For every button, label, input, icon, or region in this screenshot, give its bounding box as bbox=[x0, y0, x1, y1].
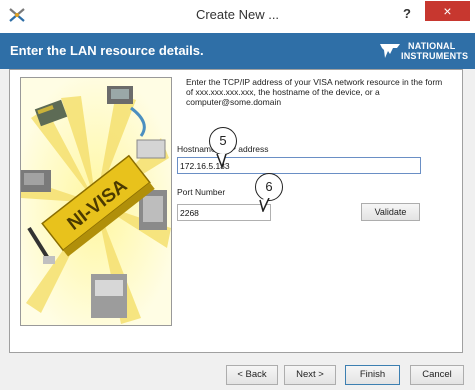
callout-5: 5 bbox=[209, 127, 237, 155]
port-number-input[interactable] bbox=[177, 204, 271, 221]
content-panel: NI-VISA Enter the TCP/IP address of your… bbox=[9, 69, 463, 353]
ni-visa-illustration: NI-VISA bbox=[20, 77, 172, 326]
logo-line-2: INSTRUMENTS bbox=[401, 51, 469, 61]
national-instruments-logo: NATIONAL INSTRUMENTS bbox=[379, 40, 471, 64]
eagle-logo-icon bbox=[380, 44, 400, 58]
help-button[interactable]: ? bbox=[396, 4, 418, 24]
instructions-text: Enter the TCP/IP address of your VISA ne… bbox=[186, 77, 443, 107]
port-number-label: Port Number bbox=[177, 187, 226, 197]
finish-button[interactable]: Finish bbox=[345, 365, 400, 385]
dialog-body: NI-VISA Enter the TCP/IP address of your… bbox=[0, 69, 475, 390]
next-button[interactable]: Next > bbox=[284, 365, 336, 385]
close-button[interactable]: × bbox=[425, 1, 470, 21]
page-heading: Enter the LAN resource details. bbox=[10, 43, 204, 58]
logo-line-1: NATIONAL bbox=[408, 41, 456, 51]
callout-6-pointer bbox=[259, 198, 270, 212]
title-bar: Create New ... ? × bbox=[0, 0, 475, 30]
callout-6: 6 bbox=[255, 173, 283, 201]
back-button[interactable]: < Back bbox=[226, 365, 278, 385]
header-band: Enter the LAN resource details. NATIONAL… bbox=[0, 33, 475, 69]
cancel-button[interactable]: Cancel bbox=[410, 365, 464, 385]
callout-5-pointer bbox=[216, 154, 227, 168]
validate-button[interactable]: Validate bbox=[361, 203, 420, 221]
